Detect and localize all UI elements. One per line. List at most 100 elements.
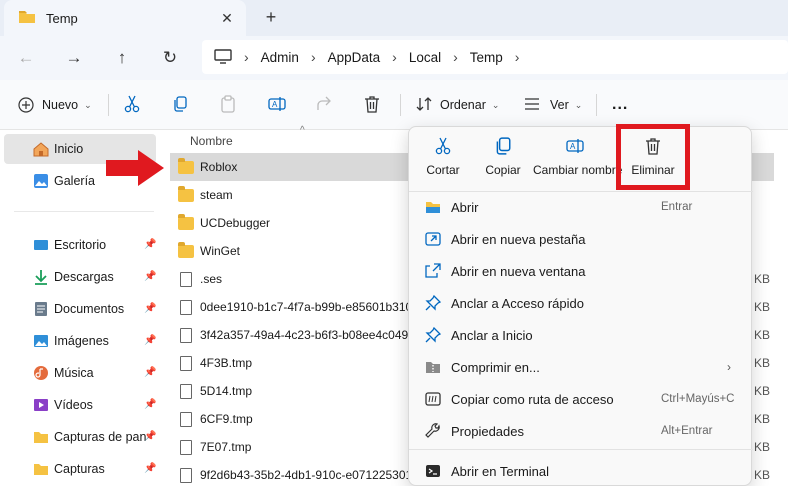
sidebar-item-capturas-de-pantalla[interactable]: Capturas de pan 📌 (4, 422, 156, 452)
close-tab-button[interactable]: ✕ (218, 9, 236, 27)
menu-item-propiedades[interactable]: Propiedades Alt+Entrar (409, 415, 753, 447)
copy-button[interactable] (172, 93, 188, 117)
column-header-name[interactable]: Nombre (190, 134, 233, 148)
pin-icon[interactable]: 📌 (144, 463, 156, 474)
sidebar-label: Escritorio (54, 238, 107, 252)
copy-icon (172, 95, 188, 115)
menu-item-comprimir[interactable]: Comprimir en... › (409, 351, 753, 383)
menu-item-abrir-nueva-pestana[interactable]: Abrir en nueva pestaña (409, 223, 753, 255)
pin-icon[interactable]: 📌 (144, 431, 156, 442)
file-icon (180, 439, 192, 455)
svg-text:A: A (272, 100, 278, 109)
sidebar-label: Galería (54, 174, 95, 188)
rename-button[interactable]: A (268, 93, 286, 117)
sidebar-item-documentos[interactable]: Documentos 📌 (4, 294, 156, 324)
sidebar-item-escritorio[interactable]: Escritorio 📌 (4, 230, 156, 260)
red-highlight-annotation (616, 124, 690, 190)
folder-icon (178, 213, 194, 230)
copy-action-button[interactable]: Copiar (479, 137, 527, 185)
pin-icon[interactable]: 📌 (144, 399, 156, 410)
file-size: KB (754, 468, 771, 482)
menu-item-abrir[interactable]: Abrir Entrar (409, 191, 753, 223)
videos-icon (33, 397, 49, 413)
file-name: 7E07.tmp (200, 440, 252, 454)
sidebar-item-capturas[interactable]: Capturas 📌 (4, 454, 156, 484)
divider (409, 449, 753, 450)
paste-button[interactable] (220, 93, 236, 117)
view-button[interactable]: Ver ⌄ (524, 93, 582, 117)
share-button[interactable] (316, 93, 332, 117)
zip-icon (425, 359, 441, 375)
trash-icon (364, 95, 380, 116)
file-name: UCDebugger (200, 216, 271, 230)
up-arrow-icon[interactable]: ↑ (110, 46, 134, 70)
menu-item-copiar-ruta[interactable]: Copiar como ruta de acceso Ctrl+Mayús+C (409, 383, 753, 415)
sort-ascending-icon: ^ (300, 125, 305, 136)
file-size: KB (754, 384, 771, 398)
menu-item-anclar-inicio[interactable]: Anclar a Inicio (409, 319, 753, 351)
menu-item-label: Anclar a Inicio (451, 327, 533, 343)
clipboard-icon (220, 94, 236, 116)
pin-icon (425, 326, 442, 343)
chevron-down-icon: ⌄ (84, 99, 92, 110)
chevron-right-icon[interactable]: › (453, 49, 458, 65)
divider (400, 94, 401, 116)
sidebar-label: Inicio (54, 142, 84, 156)
sidebar-item-descargas[interactable]: Descargas 📌 (4, 262, 156, 292)
sidebar-item-imagenes[interactable]: Imágenes 📌 (4, 326, 156, 356)
download-icon (33, 269, 49, 285)
divider (596, 94, 597, 116)
refresh-icon[interactable]: ↻ (158, 46, 182, 70)
title-bar: Temp ✕ + (0, 0, 788, 36)
pin-icon[interactable]: 📌 (144, 335, 156, 346)
rename-action-button[interactable]: A Cambiar nombre (533, 137, 622, 185)
pin-icon[interactable]: 📌 (144, 271, 156, 282)
file-size: KB (754, 272, 771, 286)
cut-button[interactable] (124, 93, 140, 117)
sort-button[interactable]: Ordenar ⌄ (416, 93, 499, 117)
forward-arrow-icon[interactable]: → (62, 46, 86, 70)
chevron-right-icon[interactable]: › (311, 49, 316, 65)
breadcrumb-admin[interactable]: Admin (261, 50, 299, 65)
breadcrumb-appdata[interactable]: AppData (328, 50, 381, 65)
new-button[interactable]: Nuevo ⌄ (18, 93, 92, 117)
svg-text:A: A (570, 142, 576, 151)
chevron-right-icon[interactable]: › (244, 49, 249, 65)
back-arrow-icon[interactable]: ← (14, 46, 38, 70)
path-icon (425, 391, 441, 407)
breadcrumb-temp[interactable]: Temp (470, 50, 503, 65)
pin-icon[interactable]: 📌 (144, 239, 156, 250)
new-tab-button[interactable]: + (260, 6, 282, 28)
context-menu: Cortar Copiar A Cambiar nombre Eliminar … (408, 126, 753, 486)
chevron-right-icon[interactable]: › (515, 49, 520, 65)
menu-item-abrir-terminal[interactable]: Abrir en Terminal (409, 455, 753, 486)
menu-item-label: Abrir en nueva ventana (451, 263, 586, 279)
divider (108, 94, 109, 116)
breadcrumb-local[interactable]: Local (409, 50, 441, 65)
file-icon (180, 271, 192, 287)
pin-icon[interactable]: 📌 (144, 367, 156, 378)
more-options-button[interactable]: ... (612, 93, 628, 117)
address-bar[interactable]: › Admin › AppData › Local › Temp › (202, 40, 788, 74)
tab-temp[interactable]: Temp ✕ (4, 0, 246, 36)
menu-item-abrir-nueva-ventana[interactable]: Abrir en nueva ventana (409, 255, 753, 287)
chevron-right-icon[interactable]: › (392, 49, 397, 65)
folder-open-icon (425, 199, 441, 215)
sidebar-item-musica[interactable]: Música 📌 (4, 358, 156, 388)
cut-label: Cortar (426, 163, 460, 177)
chevron-down-icon: ⌄ (491, 99, 500, 110)
file-icon (180, 467, 192, 483)
new-label: Nuevo (42, 98, 79, 112)
wrench-icon (425, 423, 441, 439)
sidebar-item-videos[interactable]: Vídeos 📌 (4, 390, 156, 420)
menu-item-anclar-acceso-rapido[interactable]: Anclar a Acceso rápido (409, 287, 753, 319)
file-name: steam (200, 188, 233, 202)
copy-label: Copiar (485, 163, 521, 177)
new-tab-icon (425, 231, 441, 247)
pin-icon[interactable]: 📌 (144, 303, 156, 314)
sidebar-label: Vídeos (54, 398, 93, 412)
red-arrow-annotation (106, 150, 164, 186)
cut-action-button[interactable]: Cortar (419, 137, 467, 185)
delete-button[interactable] (364, 93, 380, 117)
images-icon (33, 333, 49, 349)
